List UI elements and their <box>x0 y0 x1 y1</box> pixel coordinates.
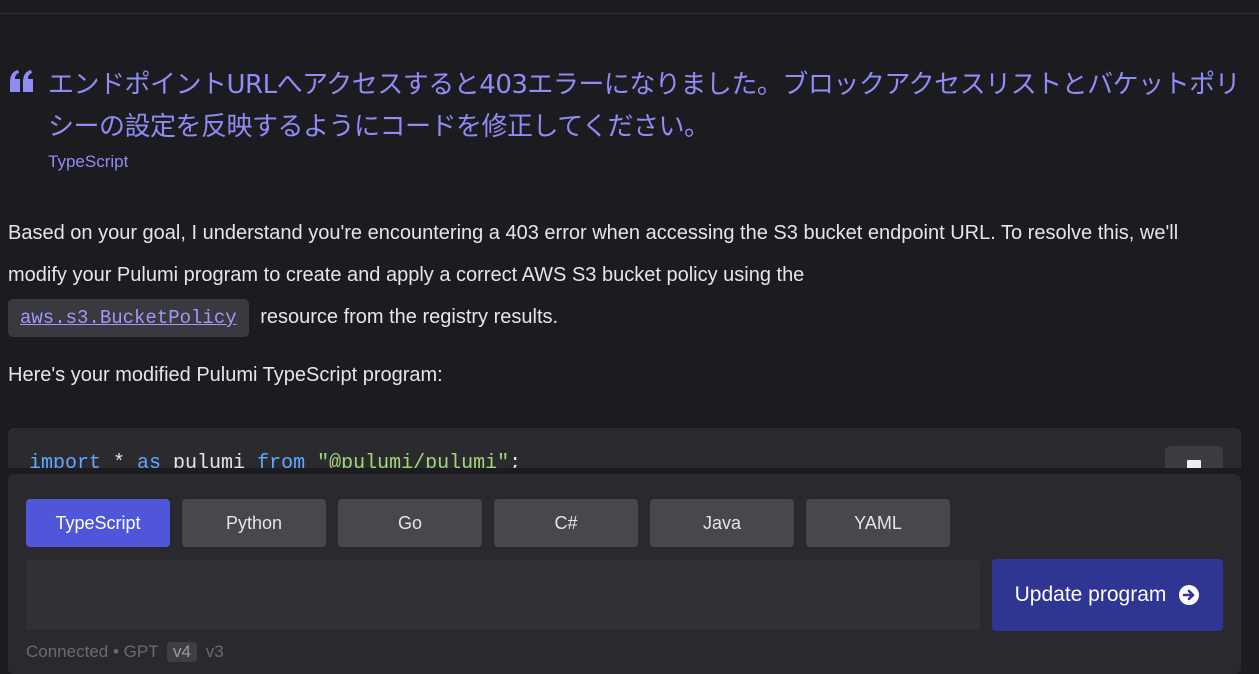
tab-typescript[interactable]: TypeScript <box>26 499 170 547</box>
prompt-panel: TypeScript Python Go C# Java YAML Update… <box>8 474 1241 674</box>
connected-label: Connected <box>26 642 109 661</box>
model-label: GPT <box>123 642 159 661</box>
code-line: import * as pulumi from "@pulumi/pulumi"… <box>29 452 521 468</box>
tab-java[interactable]: Java <box>650 499 794 547</box>
prompt-language: TypeScript <box>48 152 129 171</box>
update-program-button[interactable]: Update program <box>992 559 1223 631</box>
answer-text-start: Based on your goal, I understand you're … <box>8 222 1179 286</box>
tab-yaml[interactable]: YAML <box>806 499 950 547</box>
tab-go[interactable]: Go <box>338 499 482 547</box>
code-keyword: as <box>137 452 162 468</box>
prompt-input[interactable] <box>26 560 980 630</box>
version-v3-toggle[interactable]: v3 <box>206 642 224 661</box>
answer-text-end: resource from the registry results. <box>260 306 559 328</box>
code-identifier: pulumi <box>161 452 258 468</box>
copy-icon <box>1187 460 1201 468</box>
update-program-label: Update program <box>1014 583 1167 606</box>
code-reference-link[interactable]: aws.s3.BucketPolicy <box>8 299 249 337</box>
tab-csharp[interactable]: C# <box>494 499 638 547</box>
code-token: ; <box>509 452 522 468</box>
tab-python[interactable]: Python <box>182 499 326 547</box>
copy-button[interactable] <box>1165 446 1223 468</box>
connection-status: Connected • GPT v4 v3 <box>26 642 224 662</box>
code-keyword: from <box>257 452 306 468</box>
code-string: "@pulumi/pulumi" <box>317 452 510 468</box>
program-intro-text: Here's your modified Pulumi TypeScript p… <box>8 364 443 386</box>
version-v4-toggle[interactable]: v4 <box>167 642 197 662</box>
quote-icon <box>10 70 33 92</box>
code-block: import * as pulumi from "@pulumi/pulumi"… <box>8 428 1241 468</box>
code-token: * <box>101 452 138 468</box>
status-separator: • <box>112 642 119 661</box>
top-divider <box>0 13 1259 14</box>
prompt-text: エンドポイントURLへアクセスすると403エラーになりました。ブロックアクセスリ… <box>48 70 1241 142</box>
arrow-circle-right-icon <box>1179 585 1200 605</box>
answer-paragraph: Based on your goal, I understand you're … <box>8 212 1233 338</box>
code-keyword: import <box>29 452 102 468</box>
